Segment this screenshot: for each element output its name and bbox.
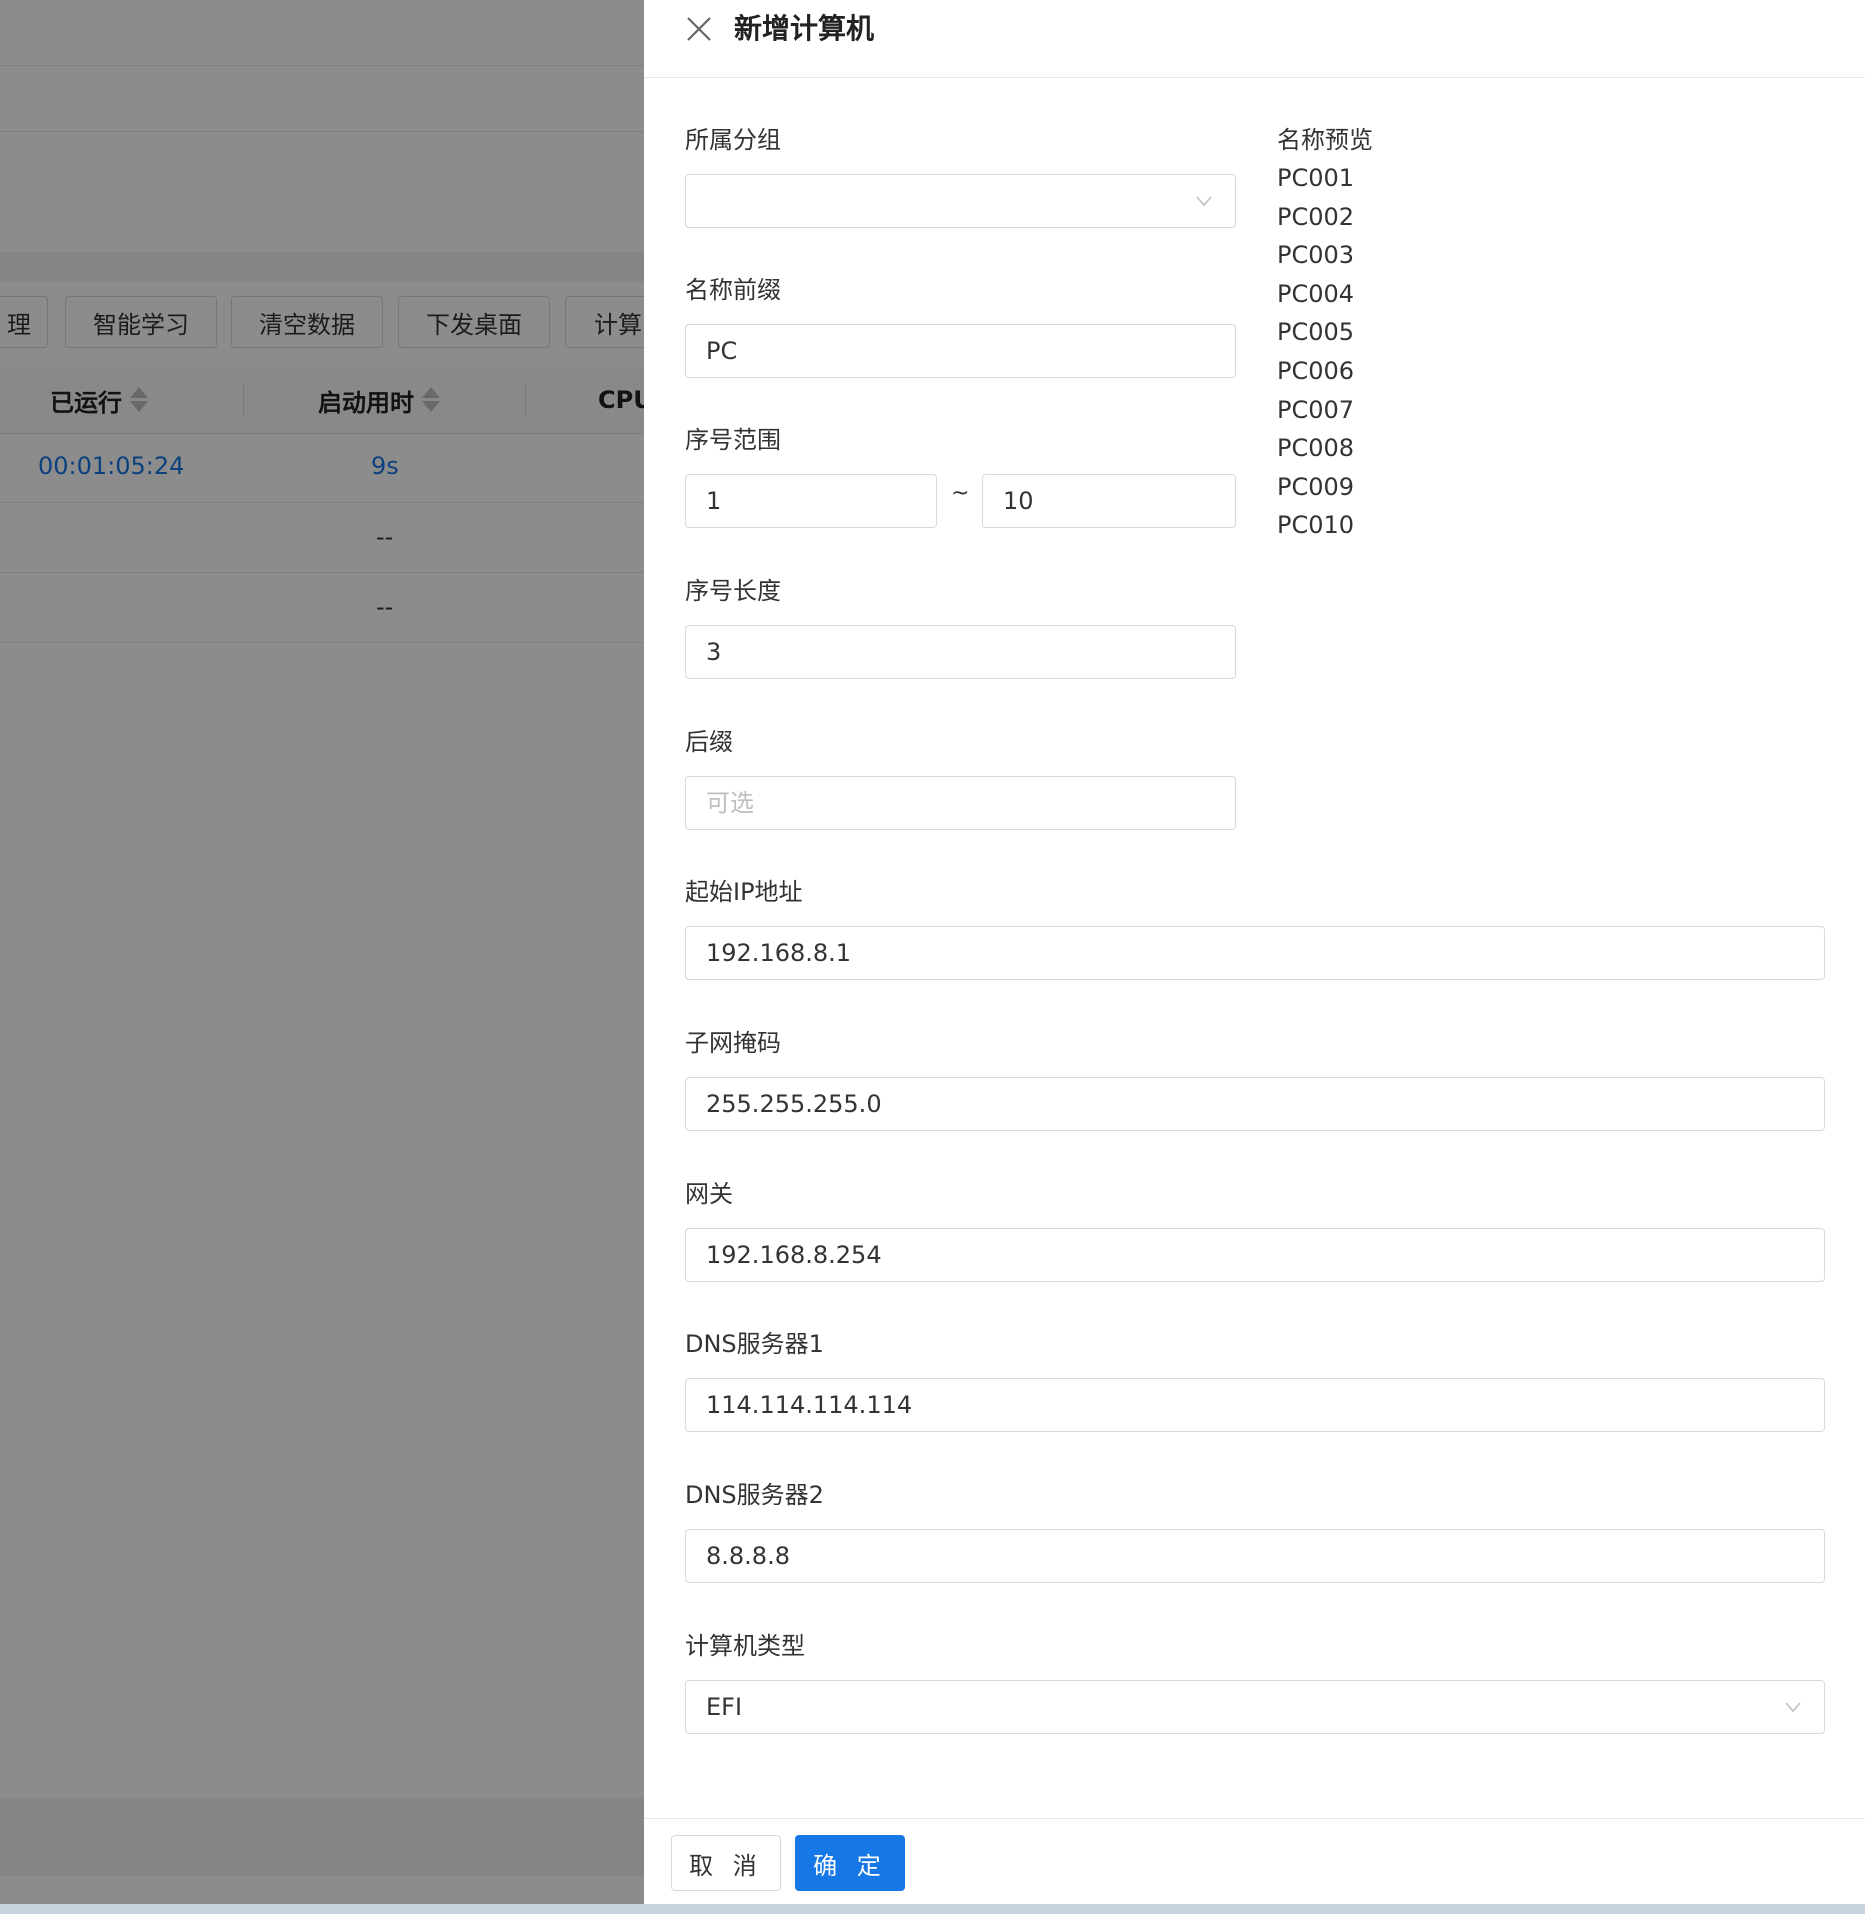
suffix-label: 后缀 <box>685 728 733 756</box>
confirm-button[interactable]: 确 定 <box>795 1835 905 1891</box>
gateway-input[interactable] <box>685 1228 1825 1282</box>
chevron-down-icon <box>1785 1702 1801 1713</box>
dns1-input[interactable] <box>685 1378 1825 1432</box>
cancel-button[interactable]: 取 消 <box>671 1835 781 1891</box>
name-preview-item: PC007 <box>1277 395 1355 424</box>
type-select-value: EFI <box>706 1693 743 1721</box>
name-preview-item: PC006 <box>1277 356 1355 385</box>
name-preview-item: PC010 <box>1277 511 1355 540</box>
close-icon[interactable] <box>684 14 714 44</box>
name-preview-title: 名称预览 <box>1277 126 1373 154</box>
range-separator: ~ <box>951 481 970 506</box>
add-computer-drawer: 新增计算机 所属分组 名称前缀 序号范围 ~ 序号长度 后缀 起始IP地址 子网… <box>644 0 1865 1904</box>
length-input[interactable] <box>685 625 1236 679</box>
length-label: 序号长度 <box>685 577 781 605</box>
group-label: 所属分组 <box>685 126 781 154</box>
window-bottom-edge <box>0 1904 1865 1914</box>
type-label: 计算机类型 <box>685 1632 805 1660</box>
suffix-input[interactable] <box>685 776 1236 830</box>
dns2-input[interactable] <box>685 1529 1825 1583</box>
dns2-label: DNS服务器2 <box>685 1481 824 1509</box>
name-preview-item: PC001 <box>1277 164 1355 192</box>
range-to-input[interactable] <box>982 474 1236 528</box>
type-select[interactable]: EFI <box>685 1680 1825 1734</box>
name-preview-item: PC004 <box>1277 279 1355 308</box>
start-ip-label: 起始IP地址 <box>685 878 803 906</box>
subnet-label: 子网掩码 <box>685 1029 781 1057</box>
start-ip-input[interactable] <box>685 926 1825 980</box>
dns1-label: DNS服务器1 <box>685 1330 824 1358</box>
group-select[interactable] <box>685 174 1236 228</box>
drawer-header: 新增计算机 <box>644 0 1865 78</box>
range-from-input[interactable] <box>685 474 937 528</box>
chevron-down-icon <box>1196 196 1212 207</box>
drawer-footer: 取 消 确 定 <box>644 1818 1865 1905</box>
name-preview-item: PC003 <box>1277 241 1355 270</box>
subnet-input[interactable] <box>685 1077 1825 1131</box>
name-preview-list: PC001 PC002 PC003 PC004 PC005 PC006 PC00… <box>1277 162 1354 548</box>
name-preview-item: PC005 <box>1277 318 1355 347</box>
prefix-input[interactable] <box>685 324 1236 378</box>
name-preview-item: PC009 <box>1277 472 1355 501</box>
name-preview-item: PC002 <box>1277 202 1355 231</box>
range-label: 序号范围 <box>685 426 781 454</box>
drawer-title: 新增计算机 <box>734 12 875 45</box>
name-preview-item: PC008 <box>1277 434 1355 463</box>
prefix-label: 名称前缀 <box>685 276 781 304</box>
gateway-label: 网关 <box>685 1180 733 1208</box>
